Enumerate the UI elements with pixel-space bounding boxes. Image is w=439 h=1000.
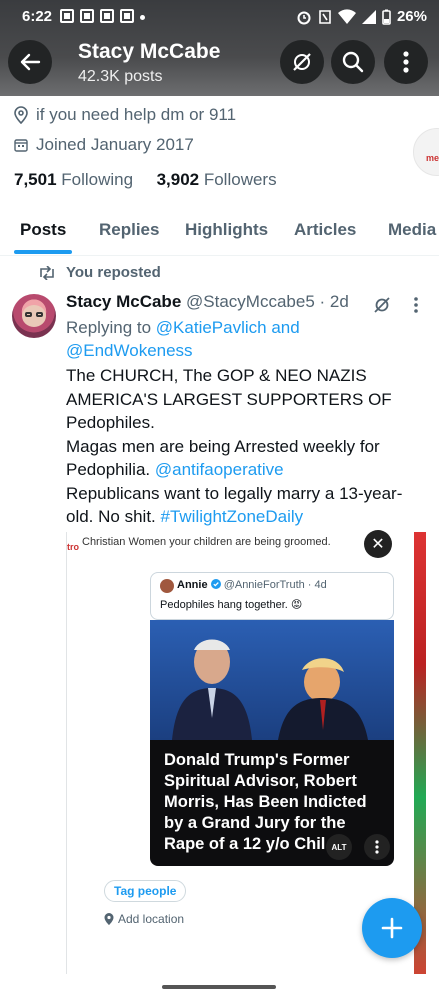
tab-posts[interactable]: Posts	[20, 220, 66, 240]
search-button[interactable]	[331, 40, 375, 84]
person-image	[172, 639, 252, 740]
following-label: Following	[61, 170, 134, 189]
active-tab-indicator	[14, 250, 72, 254]
app-icon	[100, 9, 114, 23]
status-time: 6:22	[22, 8, 53, 25]
followers-link[interactable]: 3,902 Followers	[157, 170, 277, 189]
photo-more-button[interactable]	[364, 834, 390, 860]
author-handle[interactable]: @StacyMccabe5	[186, 292, 315, 311]
tag-people-button[interactable]: Tag people	[104, 880, 187, 902]
alt-label: ALT	[331, 842, 347, 852]
reply-and: and	[271, 318, 300, 337]
inner-avatar	[160, 579, 174, 593]
following-count: 7,501	[14, 170, 57, 189]
location-text: if you need help dm or 911	[36, 105, 237, 124]
followers-label: Followers	[203, 170, 277, 189]
wifi-icon	[337, 8, 356, 24]
joined-row: Joined January 2017	[14, 135, 194, 155]
repost-indicator: You reposted	[38, 264, 161, 281]
quoted-text: Christian Women your children are being …	[82, 536, 331, 548]
author-name[interactable]: Stacy McCabe	[66, 292, 181, 311]
reply-mention-1[interactable]: @KatiePavlich	[156, 318, 267, 337]
close-icon: ✕	[371, 536, 385, 553]
inner-author: Annie @AnnieForTruth · 4d	[177, 579, 327, 591]
replying-to: Replying to @KatiePavlich and	[66, 318, 300, 338]
followers-count: 3,902	[156, 170, 200, 189]
signal-icon	[361, 9, 376, 24]
add-location-button[interactable]: Add location	[104, 912, 184, 926]
tweet-text-2: Magas men are being Arrested weekly for …	[66, 435, 406, 482]
location-pin-icon	[14, 106, 28, 124]
home-gesture-handle[interactable]	[162, 985, 276, 989]
tab-articles[interactable]: Articles	[294, 220, 356, 240]
author-avatar[interactable]	[12, 294, 56, 338]
tweet-more-icon[interactable]	[413, 296, 419, 314]
verified-badge-icon	[210, 579, 221, 589]
following-link[interactable]: 7,501 Following	[14, 170, 133, 189]
location-pin-icon	[104, 913, 114, 925]
add-location-label: Add location	[118, 912, 185, 926]
back-button[interactable]	[8, 40, 52, 84]
close-button[interactable]: ✕	[364, 530, 392, 558]
media-left-edge-text: tro	[67, 542, 79, 552]
reply-mention-2[interactable]: @EndWokeness	[66, 341, 193, 360]
grok-icon	[293, 53, 311, 71]
side-badge-text: me	[426, 153, 439, 163]
compose-button[interactable]	[362, 898, 422, 958]
repost-icon	[40, 265, 54, 280]
tab-replies[interactable]: Replies	[99, 220, 159, 240]
battery-percent: 26%	[396, 8, 427, 25]
follow-stats: 7,501 Following 3,902 Followers	[14, 170, 277, 190]
media-right-edge	[414, 532, 426, 974]
tweet-text-3: Republicans want to legally marry a 13-y…	[66, 482, 406, 529]
location-row: if you need help dm or 911	[14, 105, 236, 125]
more-vertical-icon	[375, 840, 379, 854]
system-icons: 26%	[296, 8, 427, 25]
posts-count: 42.3K posts	[78, 68, 163, 85]
tab-media[interactable]: Media	[388, 220, 436, 240]
status-bar: 6:22 26%	[0, 0, 439, 32]
alarm-icon	[297, 11, 311, 24]
app-icon	[60, 9, 74, 23]
calendar-icon	[14, 139, 28, 152]
tweet-mention[interactable]: @antifaoperative	[155, 460, 284, 479]
person-image	[278, 658, 368, 740]
profile-header: 6:22 26% Stacy McCabe 42.3K posts	[0, 0, 439, 96]
more-notifications-icon	[140, 15, 145, 20]
nfc-icon	[319, 9, 331, 24]
side-avatar[interactable]: me	[413, 128, 439, 176]
battery-icon	[382, 9, 391, 25]
grok-icon[interactable]	[373, 296, 391, 314]
profile-name: Stacy McCabe	[78, 40, 221, 63]
tweet-hashtag[interactable]: #TwilightZoneDaily	[161, 507, 304, 526]
arrow-left-icon	[20, 53, 41, 71]
plus-icon	[381, 917, 403, 939]
replying-to-line2: @EndWokeness	[66, 341, 193, 361]
alt-badge[interactable]: ALT	[326, 834, 352, 860]
more-button[interactable]	[384, 40, 428, 84]
tweet-time: · 2d	[319, 292, 349, 311]
more-vertical-icon	[403, 51, 409, 73]
joined-text: Joined January 2017	[36, 135, 194, 154]
tweet-header: Stacy McCabe @StacyMccabe5 · 2d	[66, 292, 349, 312]
tweet-text: The CHURCH, The GOP & NEO NAZIS AMERICA'…	[66, 364, 406, 529]
repost-label: You reposted	[66, 264, 161, 281]
inner-handle: @AnnieForTruth · 4d	[223, 579, 327, 591]
profile-tabs: Posts Replies Highlights Articles Media	[0, 210, 439, 256]
search-icon	[342, 51, 364, 73]
screen: 6:22 26% Stacy McCabe 42.3K posts if you…	[0, 0, 439, 1000]
app-icon	[80, 9, 94, 23]
tab-highlights[interactable]: Highlights	[185, 220, 268, 240]
news-headline: Donald Trump's Former Spiritual Advisor,…	[164, 751, 367, 853]
app-icon	[120, 9, 134, 23]
inner-text: Pedophiles hang together. 😡	[160, 599, 303, 611]
inner-name: Annie	[177, 579, 208, 591]
replying-to-label: Replying to	[66, 318, 152, 337]
tweet-text-1: The CHURCH, The GOP & NEO NAZIS AMERICA'…	[66, 366, 392, 432]
notification-icons	[60, 9, 145, 23]
grok-button[interactable]	[280, 40, 324, 84]
